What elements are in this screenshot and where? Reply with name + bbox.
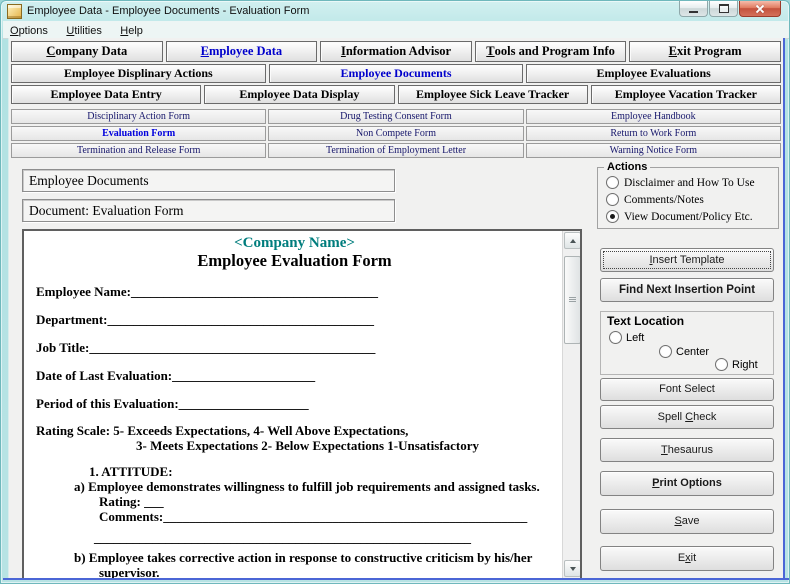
close-button[interactable] xyxy=(739,1,781,17)
doc-line-period-evaluation: Period of this Evaluation:______________… xyxy=(36,396,553,411)
radio-center-label: Center xyxy=(676,346,709,358)
doc-line-attitude-heading: 1. ATTITUDE: xyxy=(36,464,553,479)
exit-button[interactable]: Exit xyxy=(600,546,774,571)
radio-row-left[interactable]: Left xyxy=(609,331,644,344)
print-options-button[interactable]: Print Options xyxy=(600,471,774,496)
document-content[interactable]: <Company Name> Employee Evaluation Form … xyxy=(24,231,563,578)
window-title: Employee Data - Employee Documents - Eva… xyxy=(27,1,309,21)
radio-right[interactable] xyxy=(715,358,728,371)
tab-employee-evaluations[interactable]: Employee Evaluations xyxy=(526,64,781,83)
doc-line-employee-name: Employee Name:__________________________… xyxy=(36,284,553,299)
document-preview-panel[interactable]: <Company Name> Employee Evaluation Form … xyxy=(22,229,582,580)
tab-employee-data-display[interactable]: Employee Data Display xyxy=(204,85,394,104)
window-controls xyxy=(679,1,781,17)
doc-company-name: <Company Name> xyxy=(36,236,553,251)
find-next-insertion-point-button[interactable]: Find Next Insertion Point xyxy=(600,278,774,302)
doc-line-item-b: b) Employee takes corrective action in r… xyxy=(36,550,553,578)
actions-group: Actions Disclaimer and How To Use Commen… xyxy=(597,167,779,229)
radio-row-comments[interactable]: Comments/Notes xyxy=(606,193,704,206)
category-field: Employee Documents xyxy=(22,169,395,192)
tab-information-advisor[interactable]: Information Advisor xyxy=(320,41,472,62)
insert-template-button[interactable]: Insert Template xyxy=(600,248,774,272)
doc-line-comments-a: Comments:_______________________________… xyxy=(36,509,553,524)
tab-employee-vacation-tracker[interactable]: Employee Vacation Tracker xyxy=(591,85,781,104)
radio-row-view-document[interactable]: View Document/Policy Etc. xyxy=(606,210,753,223)
radio-comments-notes-label: Comments/Notes xyxy=(624,194,704,206)
close-icon xyxy=(755,4,765,14)
arrow-down-icon xyxy=(570,567,576,571)
radio-center[interactable] xyxy=(659,345,672,358)
radio-row-right[interactable]: Right xyxy=(715,358,758,371)
radio-view-document-label: View Document/Policy Etc. xyxy=(624,211,753,223)
tab-employee-sick-leave-tracker[interactable]: Employee Sick Leave Tracker xyxy=(398,85,588,104)
docnav-disciplinary-action-form[interactable]: Disciplinary Action Form xyxy=(11,109,266,124)
employee-tools-tab-row: Employee Data Entry Employee Data Displa… xyxy=(11,85,781,104)
client-area: Company Data Employee Data Information A… xyxy=(8,38,785,578)
tab-employee-data[interactable]: Employee Data xyxy=(166,41,318,62)
scrollbar-thumb[interactable] xyxy=(564,256,581,344)
maximize-button[interactable] xyxy=(709,1,738,17)
radio-view-document[interactable] xyxy=(606,210,619,223)
tab-tools-program-info[interactable]: Tools and Program Info xyxy=(475,41,627,62)
doc-line-item-a: a) Employee demonstrates willingness to … xyxy=(36,479,553,494)
docnav-non-compete-form[interactable]: Non Compete Form xyxy=(268,126,523,141)
document-name-field: Document: Evaluation Form xyxy=(22,199,395,222)
docnav-return-to-work-form[interactable]: Return to Work Form xyxy=(526,126,781,141)
text-location-group: Text Location Left Center Right xyxy=(600,311,774,375)
docnav-warning-notice-form[interactable]: Warning Notice Form xyxy=(526,143,781,158)
app-icon xyxy=(7,4,22,19)
doc-line-rating-scale: Rating Scale: 5- Exceeds Expectations, 4… xyxy=(36,423,553,438)
doc-title: Employee Evaluation Form xyxy=(36,251,553,271)
radio-left-label: Left xyxy=(626,332,644,344)
maximize-icon xyxy=(719,4,729,13)
doc-line-rating-scale-2: 3- Meets Expectations 2- Below Expectati… xyxy=(36,438,553,453)
employee-section-tab-row: Employee Displinary Actions Employee Doc… xyxy=(11,64,781,83)
document-scrollbar[interactable] xyxy=(562,231,580,578)
docnav-termination-and-release-form[interactable]: Termination and Release Form xyxy=(11,143,266,158)
save-button[interactable]: Save xyxy=(600,509,774,534)
docnav-evaluation-form[interactable]: Evaluation Form xyxy=(11,126,266,141)
spell-check-button[interactable]: Spell Check xyxy=(600,405,774,429)
radio-right-label: Right xyxy=(732,359,758,371)
docnav-termination-of-employment-letter[interactable]: Termination of Employment Letter xyxy=(268,143,523,158)
tab-company-data[interactable]: Company Data xyxy=(11,41,163,62)
doc-line-job-title: Job Title:______________________________… xyxy=(36,340,553,355)
thesaurus-button[interactable]: Thesaurus xyxy=(600,438,774,462)
window-bottom-border xyxy=(3,578,789,580)
doc-line-date-last-evaluation: Date of Last Evaluation:________________… xyxy=(36,368,553,383)
doc-line-rating-a: Rating: ___ xyxy=(36,494,553,509)
main-tab-row: Company Data Employee Data Information A… xyxy=(11,41,781,62)
tab-employee-data-entry[interactable]: Employee Data Entry xyxy=(11,85,201,104)
tab-exit-program[interactable]: Exit Program xyxy=(629,41,781,62)
docnav-employee-handbook[interactable]: Employee Handbook xyxy=(526,109,781,124)
radio-row-disclaimer[interactable]: Disclaimer and How To Use xyxy=(606,176,755,189)
docnav-drug-testing-consent-form[interactable]: Drug Testing Consent Form xyxy=(268,109,523,124)
document-nav-grid: Disciplinary Action Form Drug Testing Co… xyxy=(11,109,781,158)
tab-employee-disciplinary-actions[interactable]: Employee Displinary Actions xyxy=(11,64,266,83)
actions-group-title: Actions xyxy=(604,161,650,173)
text-location-title: Text Location xyxy=(607,314,684,328)
minimize-button[interactable] xyxy=(679,1,708,17)
arrow-up-icon xyxy=(570,239,576,243)
radio-comments-notes[interactable] xyxy=(606,193,619,206)
title-bar[interactable]: Employee Data - Employee Documents - Eva… xyxy=(1,1,789,21)
minimize-icon xyxy=(689,11,698,13)
doc-line-comments-continuation: ________________________________________… xyxy=(36,530,553,545)
scroll-up-button[interactable] xyxy=(564,232,581,249)
app-window: Employee Data - Employee Documents - Eva… xyxy=(0,0,790,584)
scroll-down-button[interactable] xyxy=(564,560,581,577)
radio-left[interactable] xyxy=(609,331,622,344)
radio-disclaimer-label: Disclaimer and How To Use xyxy=(624,177,755,189)
radio-row-center[interactable]: Center xyxy=(659,345,709,358)
thumb-grip-icon xyxy=(569,297,576,303)
font-select-button[interactable]: Font Select xyxy=(600,378,774,401)
doc-line-department: Department:_____________________________… xyxy=(36,312,553,327)
tab-employee-documents[interactable]: Employee Documents xyxy=(269,64,524,83)
radio-disclaimer[interactable] xyxy=(606,176,619,189)
menu-bar: Options Utilities Help xyxy=(3,21,789,39)
